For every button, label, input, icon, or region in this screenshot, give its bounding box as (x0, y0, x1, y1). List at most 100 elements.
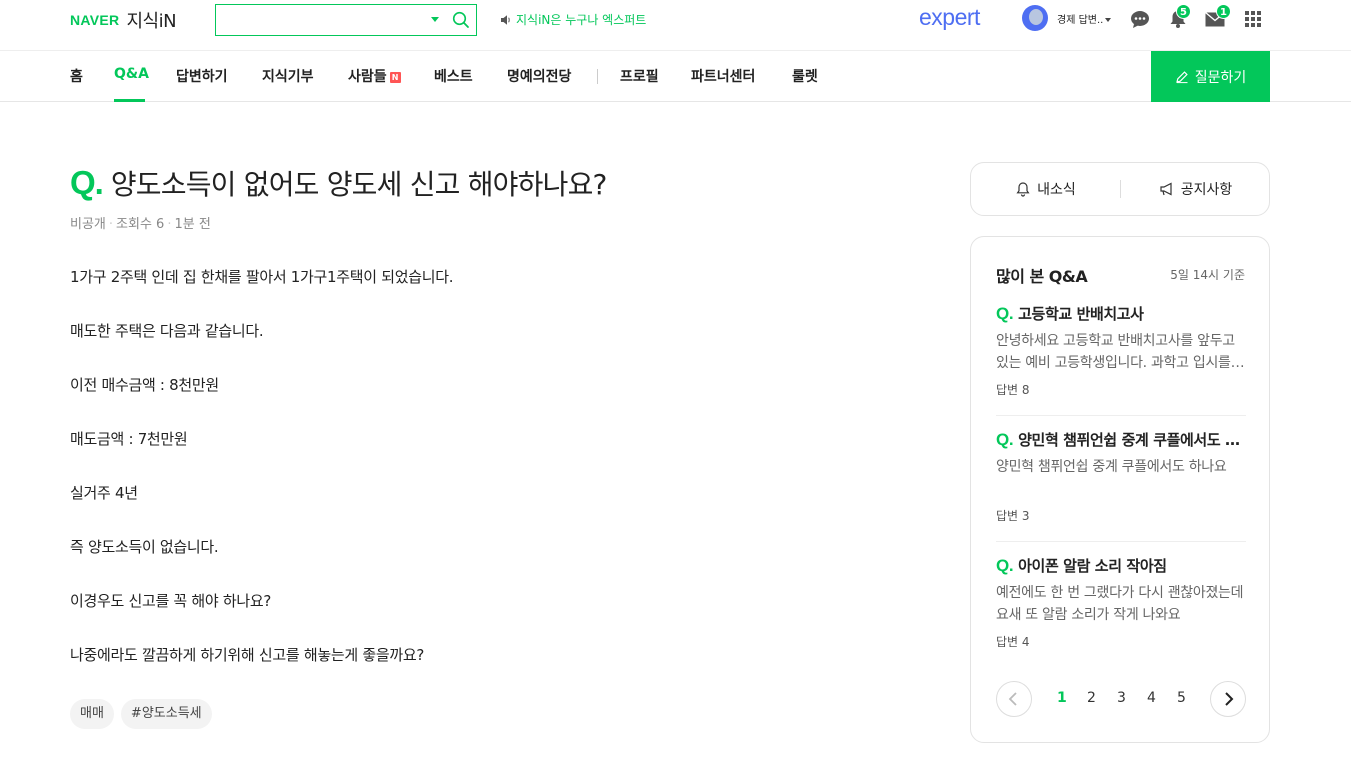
bell-outline-icon (1016, 182, 1030, 197)
question-title: Q. 양도소득이 없어도 양도세 신고 해야하나요? (70, 163, 607, 203)
nav-people-label[interactable]: 사람들 (348, 69, 387, 85)
top-bar: NAVER 지식iN 지식iN은 누구나 엑스퍼트 expert 경제 답변..… (0, 0, 1351, 50)
question-paragraph: 매도금액 : 7천만원 (70, 430, 188, 448)
popular-qa-mark: Q. (996, 430, 1014, 449)
list-divider (996, 415, 1246, 416)
kin-logo-text[interactable]: 지식iN (126, 7, 176, 33)
page-number-4[interactable]: 4 (1147, 690, 1156, 706)
list-item[interactable]: Q. 고등학교 반배치고사 안녕하세요 고등학교 반배치고사를 앞두고 있는 예비… (996, 303, 1246, 416)
expert-notice-link[interactable]: 지식iN은 누구나 엑스퍼트 (500, 11, 646, 28)
popular-qa-title: 많이 본 Q&A (996, 267, 1088, 286)
popular-qa-answer-count: 답변 3 (996, 509, 1030, 523)
search-box (215, 4, 477, 36)
page-number-3[interactable]: 3 (1117, 690, 1126, 706)
mail-count-badge: 1 (1216, 4, 1231, 19)
popular-qa-snippet[interactable]: 예전에도 한 번 그랬다가 다시 괜찮아졌는데 요새 또 알람 소리가 작게 나… (996, 582, 1246, 626)
nav-partner-center[interactable]: 파트너센터 (691, 66, 755, 86)
ask-question-label[interactable]: 질문하기 (1195, 67, 1247, 87)
meta-separator: · (167, 217, 172, 232)
tag-chip[interactable]: #양도소득세 (120, 699, 212, 729)
main-navigation: 홈 Q&A 답변하기 지식기부 사람들 N 베스트 명예의전당 프로필 파트너센터… (0, 50, 1351, 102)
expert-notice-text[interactable]: 지식iN은 누구나 엑스퍼트 (516, 11, 646, 28)
question-visibility: 비공개 (70, 217, 106, 232)
nav-donation[interactable]: 지식기부 (262, 66, 314, 86)
question-paragraph: 1가구 2주택 인데 집 한채를 팔아서 1가구1주택이 되었습니다. (70, 268, 454, 286)
grid-menu-icon[interactable] (1243, 9, 1263, 29)
nav-divider (597, 69, 598, 84)
question-views: 조회수 6 (116, 217, 165, 232)
ask-question-button[interactable]: 질문하기 (1151, 51, 1270, 102)
speaker-icon (501, 14, 510, 25)
naver-kin-logo[interactable]: NAVER 지식iN (70, 7, 177, 33)
question-meta: 비공개 · 조회수 6 · 1분 전 (70, 213, 211, 232)
my-news-label[interactable]: 내소식 (1037, 179, 1076, 199)
popular-qa-question[interactable]: Q. 양민혁 챔퓌언쉽 중계 쿠플에서도 하나요 (996, 429, 1246, 450)
popular-qa-question[interactable]: Q. 아이폰 알람 소리 작아짐 (996, 555, 1246, 576)
page-number-5[interactable]: 5 (1177, 690, 1186, 706)
avatar-face (1029, 9, 1043, 25)
megaphone-icon (1160, 182, 1172, 196)
user-name[interactable]: 경제 답변.. (1057, 15, 1103, 26)
tag-chip[interactable]: 매매 (70, 699, 114, 729)
expert-logo[interactable]: expert (919, 4, 980, 31)
popular-qa-mark: Q. (996, 556, 1014, 575)
nav-hall-of-fame[interactable]: 명예의전당 (507, 66, 571, 86)
question-time: 1분 전 (174, 217, 211, 232)
question-body: 1가구 2주택 인데 집 한채를 팔아서 1가구1주택이 되었습니다. 매도한 … (70, 267, 890, 699)
popular-qa-box: 많이 본 Q&A 5일 14시 기준 Q. 고등학교 반배치고사 안녕하세요 고등… (970, 236, 1270, 743)
notices-link[interactable]: 공지사항 (1121, 163, 1270, 215)
popular-qa-question-title[interactable]: 양민혁 챔퓌언쉽 중계 쿠플에서도 하나요 (1018, 431, 1246, 449)
chevron-right-icon (1225, 692, 1234, 706)
nav-profile[interactable]: 프로필 (620, 66, 659, 86)
page-number-1[interactable]: 1 (1057, 690, 1067, 706)
naver-logo-text[interactable]: NAVER (70, 12, 119, 28)
new-badge: N (389, 72, 401, 83)
list-item[interactable]: Q. 아이폰 알람 소리 작아짐 예전에도 한 번 그랬다가 다시 괜찮아졌는데 … (996, 555, 1246, 650)
search-icon[interactable] (451, 10, 471, 30)
popular-qa-mark: Q. (996, 304, 1014, 323)
popular-qa-question-title[interactable]: 고등학교 반배치고사 (1018, 305, 1144, 323)
chevron-left-icon (1008, 692, 1017, 706)
pencil-icon (1175, 70, 1188, 83)
page-number-2[interactable]: 2 (1087, 690, 1096, 706)
search-input[interactable] (216, 5, 421, 35)
popular-qa-answer-count: 답변 8 (996, 383, 1030, 397)
next-page-button[interactable] (1210, 681, 1246, 717)
question-title-text: 양도소득이 없어도 양도세 신고 해야하나요? (110, 168, 608, 201)
question-paragraph: 즉 양도소득이 없습니다. (70, 538, 219, 556)
notification-count-badge: 5 (1176, 4, 1191, 19)
nav-home[interactable]: 홈 (70, 66, 83, 86)
question-mark: Q. (70, 164, 104, 201)
question-paragraph: 이경우도 신고를 꼭 해야 하나요? (70, 592, 272, 610)
list-divider (996, 541, 1246, 542)
notices-label[interactable]: 공지사항 (1181, 179, 1233, 199)
question-paragraph: 이전 매수금액 : 8천만원 (70, 376, 219, 394)
prev-page-button[interactable] (996, 681, 1032, 717)
nav-answer[interactable]: 답변하기 (176, 66, 228, 86)
popular-qa-snippet[interactable]: 안녕하세요 고등학교 반배치고사를 앞두고 있는 예비 고등학생입니다. 과학고… (996, 330, 1246, 374)
popular-qa-answer-count: 답변 4 (996, 635, 1030, 649)
question-paragraph: 매도한 주택은 다음과 같습니다. (70, 322, 264, 340)
nav-people[interactable]: 사람들 N (348, 66, 401, 86)
chevron-down-icon (1105, 18, 1112, 22)
nav-best[interactable]: 베스트 (434, 66, 473, 86)
meta-separator: · (108, 217, 114, 232)
search-option-dropdown-icon[interactable] (431, 17, 439, 22)
popular-qa-time: 5일 14시 기준 (1170, 268, 1245, 282)
popular-qa-question[interactable]: Q. 고등학교 반배치고사 (996, 303, 1246, 324)
active-tab-indicator (114, 99, 145, 102)
question-tags: 매매 #양도소득세 (70, 699, 212, 729)
my-news-link[interactable]: 내소식 (971, 163, 1120, 215)
question-paragraph: 나중에라도 깔끔하게 하기위해 신고를 해놓는게 좋을까요? (70, 646, 425, 664)
quick-links-box: 내소식 공지사항 (970, 162, 1270, 216)
question-paragraph: 실거주 4년 (70, 484, 138, 502)
popular-qa-snippet[interactable]: 양민혁 챔퓌언쉽 중계 쿠플에서도 하나요 (996, 456, 1246, 500)
nav-qna[interactable]: Q&A (114, 66, 149, 82)
popular-qa-pager: 1 2 3 4 5 (996, 681, 1246, 717)
avatar[interactable] (1022, 5, 1048, 31)
nav-roulette[interactable]: 룰렛 (792, 66, 818, 86)
list-item[interactable]: Q. 양민혁 챔퓌언쉽 중계 쿠플에서도 하나요 양민혁 챔퓌언쉽 중계 쿠플에서… (996, 429, 1246, 542)
user-menu[interactable]: 경제 답변.. (1057, 11, 1112, 26)
popular-qa-question-title[interactable]: 아이폰 알람 소리 작아짐 (1018, 557, 1167, 575)
chat-icon[interactable] (1129, 8, 1151, 30)
